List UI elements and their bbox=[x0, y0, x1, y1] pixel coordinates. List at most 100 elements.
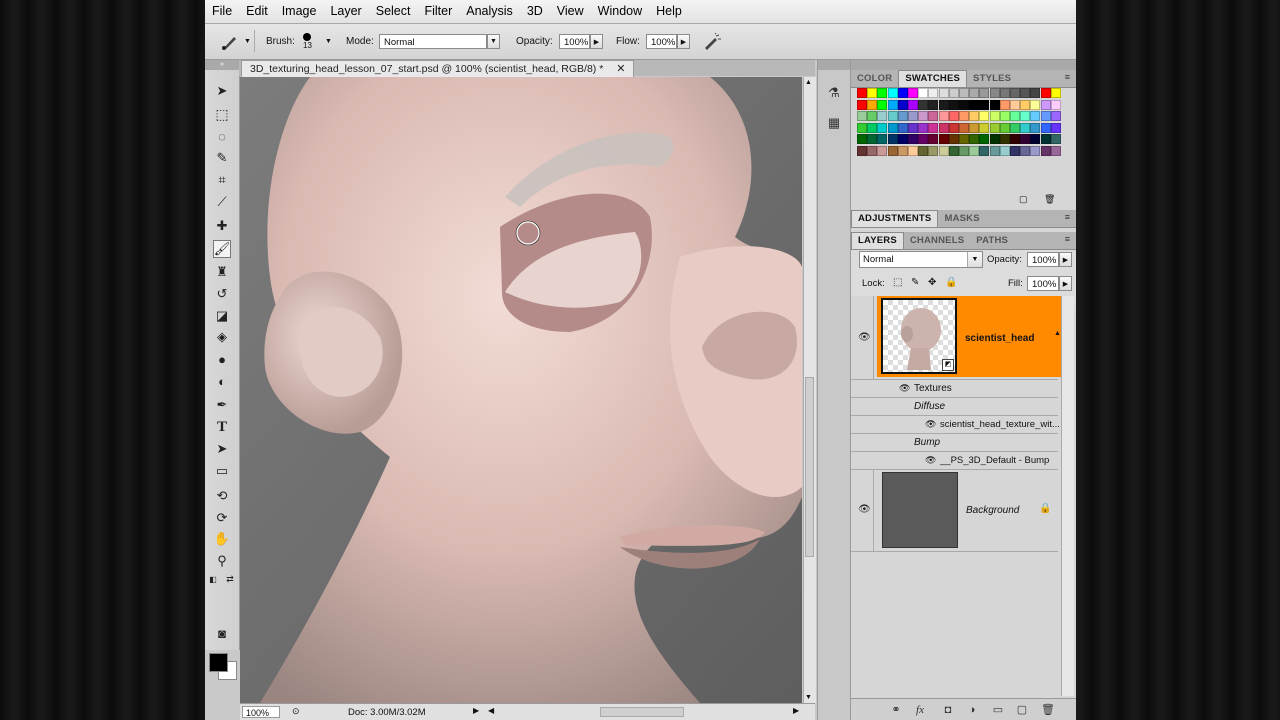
color-swatch[interactable] bbox=[928, 134, 939, 144]
color-swatch[interactable] bbox=[918, 88, 929, 98]
color-swatch[interactable] bbox=[887, 122, 898, 133]
tab-masks[interactable]: MASKS bbox=[938, 211, 985, 227]
color-swatch[interactable] bbox=[999, 111, 1010, 121]
color-swatch[interactable] bbox=[877, 88, 888, 98]
color-swatch[interactable] bbox=[948, 88, 959, 98]
color-swatch[interactable] bbox=[908, 145, 918, 156]
color-swatch[interactable] bbox=[1040, 88, 1051, 98]
chevron-right-icon[interactable]: ▶ bbox=[1059, 276, 1072, 291]
airbrush-toggle[interactable] bbox=[702, 24, 722, 59]
color-swatch[interactable] bbox=[867, 88, 878, 98]
color-swatch[interactable] bbox=[979, 122, 990, 133]
color-swatch[interactable] bbox=[1010, 88, 1020, 98]
panel-menu-icon[interactable]: ≡ bbox=[1065, 234, 1070, 244]
color-swatch[interactable] bbox=[948, 99, 959, 110]
trash-icon[interactable]: 🗑 bbox=[1044, 194, 1055, 205]
color-swatch[interactable] bbox=[897, 99, 908, 110]
document-tab[interactable]: 3D_texturing_head_lesson_07_start.psd @ … bbox=[241, 60, 635, 78]
color-swatch[interactable] bbox=[867, 145, 878, 156]
color-swatch[interactable] bbox=[1050, 88, 1061, 98]
color-swatch[interactable] bbox=[938, 111, 949, 121]
color-swatch[interactable] bbox=[887, 134, 898, 144]
color-swatch[interactable] bbox=[1010, 145, 1020, 156]
pen-tool-icon[interactable]: ✒ bbox=[213, 396, 231, 414]
color-swatch[interactable] bbox=[989, 145, 1000, 156]
history-brush-tool-icon[interactable]: ↺ bbox=[213, 285, 231, 303]
color-swatch[interactable] bbox=[938, 122, 949, 133]
color-swatch[interactable] bbox=[989, 122, 1000, 133]
color-swatch[interactable] bbox=[908, 134, 918, 144]
color-swatch[interactable] bbox=[928, 88, 939, 98]
color-swatch[interactable] bbox=[887, 145, 898, 156]
swap-colors-icon[interactable]: ⇄ bbox=[225, 574, 235, 584]
scroll-down-icon[interactable]: ▼ bbox=[805, 694, 812, 701]
color-swatch[interactable] bbox=[1020, 145, 1031, 156]
scroll-right-icon[interactable]: ▶ bbox=[793, 706, 799, 715]
layer-sub-textures[interactable]: 👁 Textures bbox=[851, 380, 1058, 398]
color-swatch[interactable] bbox=[928, 111, 939, 121]
color-swatch[interactable] bbox=[1020, 99, 1031, 110]
color-swatch[interactable] bbox=[979, 88, 990, 98]
clone-stamp-tool-icon[interactable]: ♜ bbox=[213, 263, 231, 281]
color-swatch[interactable] bbox=[918, 134, 929, 144]
new-group-icon[interactable]: ▭ bbox=[991, 703, 1005, 717]
eye-icon[interactable]: 👁 bbox=[858, 504, 871, 515]
color-swatch[interactable] bbox=[1020, 134, 1031, 144]
color-swatch[interactable] bbox=[857, 145, 867, 156]
trash-icon[interactable]: 🗑 bbox=[1041, 703, 1055, 717]
color-swatch[interactable] bbox=[1030, 88, 1041, 98]
color-swatch[interactable] bbox=[969, 122, 980, 133]
color-swatch[interactable] bbox=[1020, 122, 1031, 133]
collapse-icon[interactable]: » bbox=[205, 60, 239, 70]
fill-field[interactable]: 100% bbox=[1027, 276, 1059, 291]
color-swatch[interactable] bbox=[897, 134, 908, 144]
healing-brush-tool-icon[interactable]: ✚ bbox=[213, 217, 231, 235]
paint-bucket-tool-icon[interactable]: ◈ bbox=[213, 328, 231, 346]
color-swatch[interactable] bbox=[1050, 111, 1061, 121]
color-swatch[interactable] bbox=[948, 145, 959, 156]
color-swatch[interactable] bbox=[908, 122, 918, 133]
color-swatch[interactable] bbox=[887, 111, 898, 121]
panel-menu-icon[interactable]: ≡ bbox=[1065, 72, 1070, 82]
color-swatch[interactable] bbox=[989, 88, 1000, 98]
color-swatch[interactable] bbox=[877, 145, 888, 156]
color-swatch[interactable] bbox=[857, 122, 867, 133]
mode-select[interactable]: Normal ▼ bbox=[379, 24, 500, 59]
color-swatch[interactable] bbox=[897, 145, 908, 156]
canvas-vertical-scrollbar[interactable]: ▲ ▼ bbox=[803, 77, 816, 703]
layers-scrollbar[interactable] bbox=[1061, 296, 1074, 696]
eraser-tool-icon[interactable]: ◪ bbox=[213, 307, 231, 325]
tab-adjustments[interactable]: ADJUSTMENTS bbox=[851, 210, 939, 227]
color-swatch[interactable] bbox=[1040, 134, 1051, 144]
color-swatch[interactable] bbox=[908, 88, 918, 98]
color-swatch[interactable] bbox=[1030, 134, 1041, 144]
zoom-tool-icon[interactable]: ⚲ bbox=[213, 552, 231, 570]
color-swatch[interactable] bbox=[1030, 122, 1041, 133]
layer-sub-bump-texture[interactable]: 👁 __PS_3D_Default - Bump bbox=[851, 452, 1058, 470]
color-swatch[interactable] bbox=[867, 134, 878, 144]
3d-panel-icon[interactable]: ⚗ bbox=[825, 84, 843, 102]
layer-opacity-field[interactable]: 100% bbox=[1027, 252, 1059, 267]
layer-style-icon[interactable]: fx bbox=[913, 703, 927, 717]
color-swatch[interactable] bbox=[857, 88, 867, 98]
lock-pixels-icon[interactable]: ✎ bbox=[911, 277, 919, 288]
color-swatch[interactable] bbox=[908, 99, 918, 110]
menu-window[interactable]: Window bbox=[591, 0, 649, 23]
flow-field[interactable]: 100% ▶ bbox=[646, 24, 690, 59]
chevron-right-icon[interactable]: ▶ bbox=[1059, 252, 1072, 267]
color-swatch[interactable] bbox=[877, 111, 888, 121]
opacity-field[interactable]: 100% ▶ bbox=[559, 24, 603, 59]
zoom-level-field[interactable]: 100% bbox=[242, 706, 280, 718]
color-swatch[interactable] bbox=[979, 99, 990, 110]
color-swatch[interactable] bbox=[897, 111, 908, 121]
add-mask-icon[interactable]: ◘ bbox=[941, 703, 955, 717]
dodge-tool-icon[interactable]: ◐ bbox=[213, 372, 231, 390]
color-swatch[interactable] bbox=[1040, 99, 1051, 110]
color-swatch[interactable] bbox=[897, 88, 908, 98]
color-swatch[interactable] bbox=[938, 134, 949, 144]
eye-icon[interactable]: 👁 bbox=[899, 383, 910, 394]
color-swatch[interactable] bbox=[867, 99, 878, 110]
color-swatch[interactable] bbox=[959, 122, 969, 133]
color-swatch[interactable] bbox=[979, 111, 990, 121]
color-swatch[interactable] bbox=[969, 111, 980, 121]
